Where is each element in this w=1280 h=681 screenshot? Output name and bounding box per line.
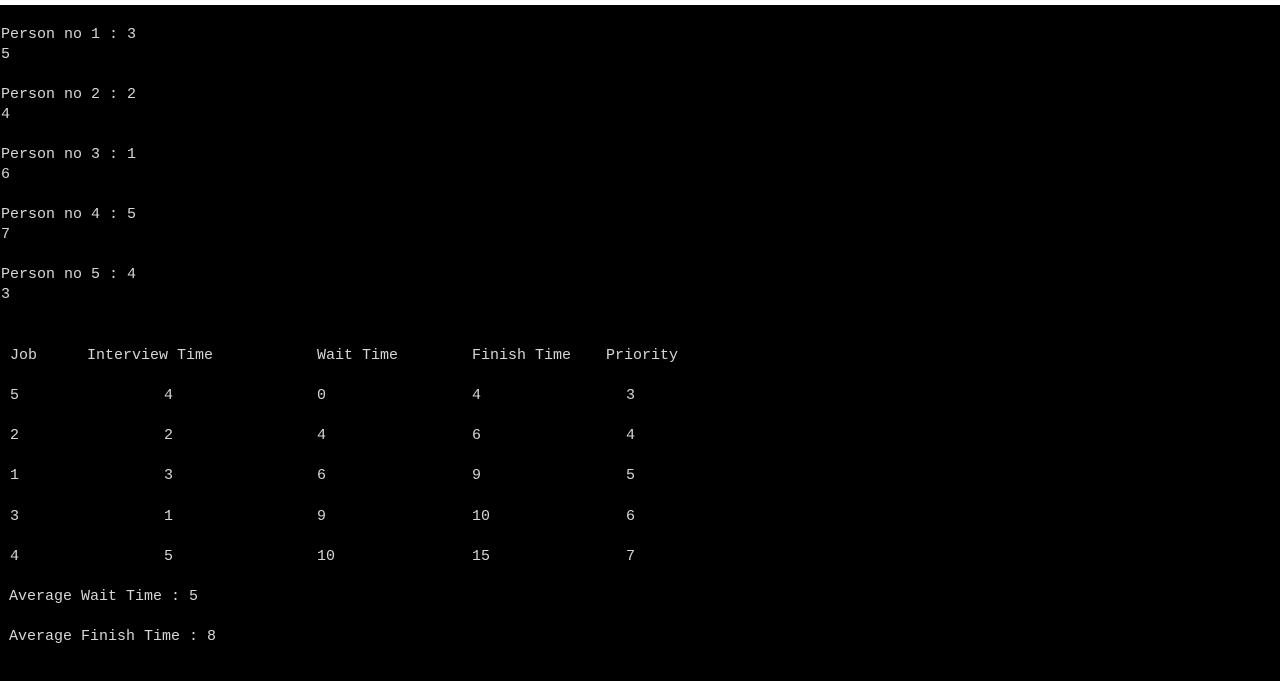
- cell-priority: 4: [626, 427, 636, 444]
- cell-interview-time: 2: [164, 427, 174, 444]
- cell-priority: 5: [626, 467, 636, 484]
- cell-interview-time: 3: [164, 467, 174, 484]
- console-window: Person no 1 : 3 5 Person no 2 : 2 4 Pers…: [0, 0, 1280, 681]
- input-value-1: 5: [1, 46, 11, 63]
- input-prompt-2: Person no 2 : 2: [1, 86, 137, 103]
- cell-wait-time: 0: [317, 387, 327, 404]
- header-job: Job: [10, 347, 38, 364]
- average-wait-time: Average Wait Time : 5: [9, 588, 199, 605]
- cell-priority: 3: [626, 387, 636, 404]
- input-prompt-4: Person no 4 : 5: [1, 206, 137, 223]
- cell-finish-time: 15: [472, 548, 491, 565]
- cell-job: 3: [10, 508, 20, 525]
- cell-job: 4: [10, 548, 20, 565]
- header-priority: Priority: [606, 347, 679, 364]
- cell-priority: 7: [626, 548, 636, 565]
- cell-job: 1: [10, 467, 20, 484]
- cell-wait-time: 10: [317, 548, 336, 565]
- cell-job: 2: [10, 427, 20, 444]
- cell-finish-time: 9: [472, 467, 482, 484]
- cell-finish-time: 6: [472, 427, 482, 444]
- cell-priority: 6: [626, 508, 636, 525]
- header-wait-time: Wait Time: [317, 347, 399, 364]
- cell-job: 5: [10, 387, 20, 404]
- input-value-4: 7: [1, 226, 11, 243]
- input-prompt-5: Person no 5 : 4: [1, 266, 137, 283]
- cell-wait-time: 4: [317, 427, 327, 444]
- cell-interview-time: 4: [164, 387, 174, 404]
- input-value-2: 4: [1, 106, 11, 123]
- cell-finish-time: 4: [472, 387, 482, 404]
- cell-interview-time: 5: [164, 548, 174, 565]
- cell-interview-time: 1: [164, 508, 174, 525]
- input-value-3: 6: [1, 166, 11, 183]
- input-prompt-3: Person no 3 : 1: [1, 146, 137, 163]
- input-prompt-1: Person no 1 : 3: [1, 26, 137, 43]
- cell-finish-time: 10: [472, 508, 491, 525]
- header-finish-time: Finish Time: [472, 347, 572, 364]
- average-finish-time: Average Finish Time : 8: [9, 628, 217, 645]
- cell-wait-time: 9: [317, 508, 327, 525]
- input-value-5: 3: [1, 286, 11, 303]
- header-interview-time: Interview Time: [87, 347, 214, 364]
- cell-wait-time: 6: [317, 467, 327, 484]
- window-top-border: [0, 0, 1280, 5]
